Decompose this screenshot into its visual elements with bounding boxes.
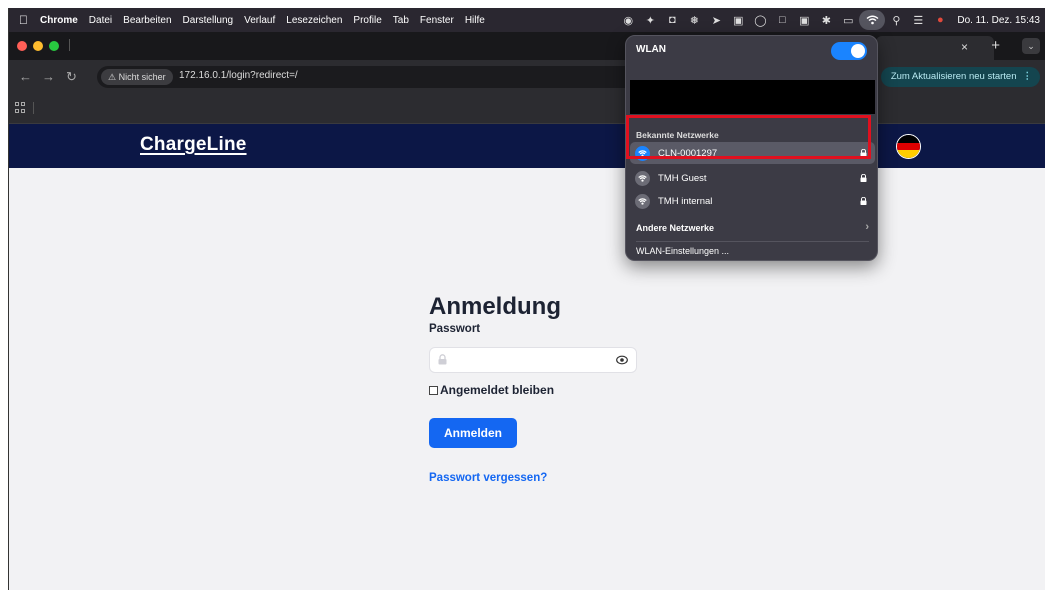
restart-label: Zum Aktualisieren neu starten xyxy=(890,71,1017,82)
remember-me[interactable]: Angemeldet bleiben xyxy=(429,383,649,397)
browser-tab[interactable] xyxy=(876,36,994,60)
mac-menubar:  Chrome Datei Bearbeiten Darstellung Ve… xyxy=(9,8,1045,32)
menu-bearbeiten[interactable]: Bearbeiten xyxy=(123,15,171,26)
login-button[interactable]: Anmelden xyxy=(429,418,517,448)
tab-close-icon[interactable]: × xyxy=(961,40,968,54)
menu-profile[interactable]: Profile xyxy=(353,15,381,26)
tab-search-button[interactable]: ⌄ xyxy=(1022,38,1040,54)
menu-hilfe[interactable]: Hilfe xyxy=(465,15,485,26)
web-page: ChargeLine Anmeldung Passwort Angemeldet… xyxy=(9,124,1045,590)
other-networks-label: Andere Netzwerke xyxy=(636,223,715,233)
site-header: ChargeLine xyxy=(9,124,1045,168)
other-networks-item[interactable]: Andere Netzwerke › xyxy=(636,221,869,233)
network-name: TMH internal xyxy=(658,195,713,207)
wifi-settings-label: WLAN-Einstellungen ... xyxy=(636,246,730,256)
chargeline-logo[interactable]: ChargeLine xyxy=(140,134,247,156)
password-label: Passwort xyxy=(429,323,481,335)
minimize-window-button[interactable] xyxy=(33,41,43,51)
chevron-right-icon: › xyxy=(865,221,869,233)
menu-lesezeichen[interactable]: Lesezeichen xyxy=(286,15,342,26)
menu-tab[interactable]: Tab xyxy=(393,15,409,26)
bluetooth-icon[interactable]: ✱ xyxy=(815,8,837,32)
url-text[interactable]: 172.16.0.1/login?redirect=/ xyxy=(179,70,298,81)
apps-grid-icon[interactable] xyxy=(15,102,26,113)
menu-darstellung[interactable]: Darstellung xyxy=(183,15,234,26)
butterfly-icon[interactable]: ❅ xyxy=(683,8,705,32)
login-title: Anmeldung xyxy=(429,293,561,320)
apple-icon[interactable]:  xyxy=(19,13,28,27)
lock-icon xyxy=(438,354,447,365)
german-flag-icon[interactable] xyxy=(896,134,921,159)
network-item-tmh-guest[interactable]: TMH Guest xyxy=(630,167,875,189)
browser-toolbar: ← → ↻ ⚠ Nicht sicher 172.16.0.1/login?re… xyxy=(9,60,1045,94)
clock[interactable]: Do. 11. Dez. 15:43 xyxy=(951,15,1045,26)
wifi-icon xyxy=(635,170,650,186)
close-window-button[interactable] xyxy=(17,41,27,51)
wifi-icon[interactable] xyxy=(859,10,886,30)
highlight-box xyxy=(626,115,871,159)
network-item-tmh-internal[interactable]: TMH internal xyxy=(630,190,875,212)
address-bar[interactable]: ⚠ Nicht sicher 172.16.0.1/login?redirect… xyxy=(97,66,637,88)
rocket-icon[interactable]: ➤ xyxy=(705,8,727,32)
screen:  Chrome Datei Bearbeiten Darstellung Ve… xyxy=(8,8,1045,590)
battery-icon[interactable]: ▭ xyxy=(837,8,859,32)
status-area: ◉ ✦ ◘ ❅ ➤ ▣ ◯ □ ▣ ✱ ▭ ⚲ ☰ ● Do. 11. Dez.… xyxy=(617,8,1045,32)
remember-me-checkbox[interactable] xyxy=(429,385,438,395)
menu-fenster[interactable]: Fenster xyxy=(420,15,454,26)
forward-icon[interactable]: → xyxy=(42,69,55,84)
remember-me-label[interactable]: Angemeldet bleiben xyxy=(440,383,554,397)
ghost-icon[interactable]: ◘ xyxy=(661,8,683,32)
timer-icon[interactable]: ◯ xyxy=(749,8,771,32)
show-password-eye-icon[interactable] xyxy=(616,355,628,365)
new-tab-button[interactable]: + xyxy=(991,37,1000,54)
menu-chrome[interactable]: Chrome xyxy=(40,15,78,26)
password-input[interactable] xyxy=(429,347,637,373)
tab-strip: × + ⌄ xyxy=(9,32,1045,60)
network-name: TMH Guest xyxy=(658,172,707,184)
kebab-menu-icon[interactable]: ⋮ xyxy=(1023,71,1033,82)
restart-to-update-button[interactable]: Zum Aktualisieren neu starten ⋮ xyxy=(880,67,1040,87)
menu-datei[interactable]: Datei xyxy=(89,15,112,26)
flag-stripe-gold xyxy=(897,150,920,158)
redacted-area xyxy=(630,80,875,114)
flag-stripe-black xyxy=(897,135,920,143)
record-icon[interactable]: ● xyxy=(929,8,951,32)
login-form: Anmeldung Passwort Angemeldet bleiben An… xyxy=(429,293,649,484)
puzzle-icon[interactable]: ▣ xyxy=(727,8,749,32)
wifi-toggle[interactable] xyxy=(831,42,867,60)
separator xyxy=(69,39,70,51)
menu-verlauf[interactable]: Verlauf xyxy=(244,15,275,26)
lock-icon xyxy=(860,197,867,205)
forgot-password-link[interactable]: Passwort vergessen? xyxy=(429,472,649,484)
flag-stripe-red xyxy=(897,142,920,151)
wifi-icon xyxy=(635,193,650,209)
bold-b-icon[interactable]: ▣ xyxy=(793,8,815,32)
back-icon[interactable]: ← xyxy=(19,69,32,84)
copilot-icon[interactable]: ◉ xyxy=(617,8,639,32)
reload-icon[interactable]: ↻ xyxy=(66,69,77,85)
window-icon[interactable]: □ xyxy=(771,8,793,32)
zoom-window-button[interactable] xyxy=(49,41,59,51)
control-center-icon[interactable]: ☰ xyxy=(907,8,929,32)
separator xyxy=(33,102,34,114)
wifi-menu-title: WLAN xyxy=(636,44,666,55)
bookmarks-bar xyxy=(9,94,1045,124)
brush-icon[interactable]: ✦ xyxy=(639,8,661,32)
security-chip[interactable]: ⚠ Nicht sicher xyxy=(101,69,173,85)
wifi-settings-item[interactable]: WLAN-Einstellungen ... xyxy=(636,241,869,256)
search-icon[interactable]: ⚲ xyxy=(885,8,907,32)
lock-icon xyxy=(860,174,867,182)
